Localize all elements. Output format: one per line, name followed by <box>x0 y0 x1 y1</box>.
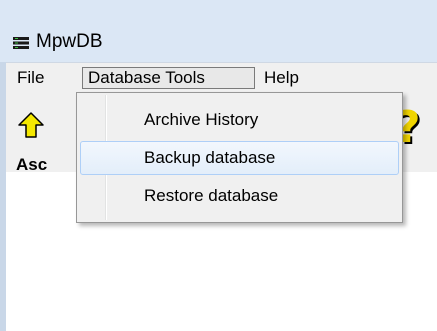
up-arrow-icon[interactable] <box>18 112 44 138</box>
window-title: MpwDB <box>36 31 103 52</box>
database-icon <box>13 37 29 49</box>
menu-item-archive-history[interactable]: Archive History <box>80 103 399 137</box>
menu-help[interactable]: Help <box>259 67 304 89</box>
menu-item-restore-database[interactable]: Restore database <box>80 179 399 213</box>
app-window: MpwDB File Database Tools Help Asc ? ? A… <box>0 0 437 331</box>
title-bar[interactable]: MpwDB <box>0 0 437 62</box>
menu-file[interactable]: File <box>12 67 49 89</box>
menu-database-tools[interactable]: Database Tools <box>82 67 255 89</box>
database-tools-dropdown: Archive History Backup database Restore … <box>76 92 403 223</box>
menu-item-backup-database[interactable]: Backup database <box>80 141 399 175</box>
menu-bar: File Database Tools Help <box>6 62 437 93</box>
